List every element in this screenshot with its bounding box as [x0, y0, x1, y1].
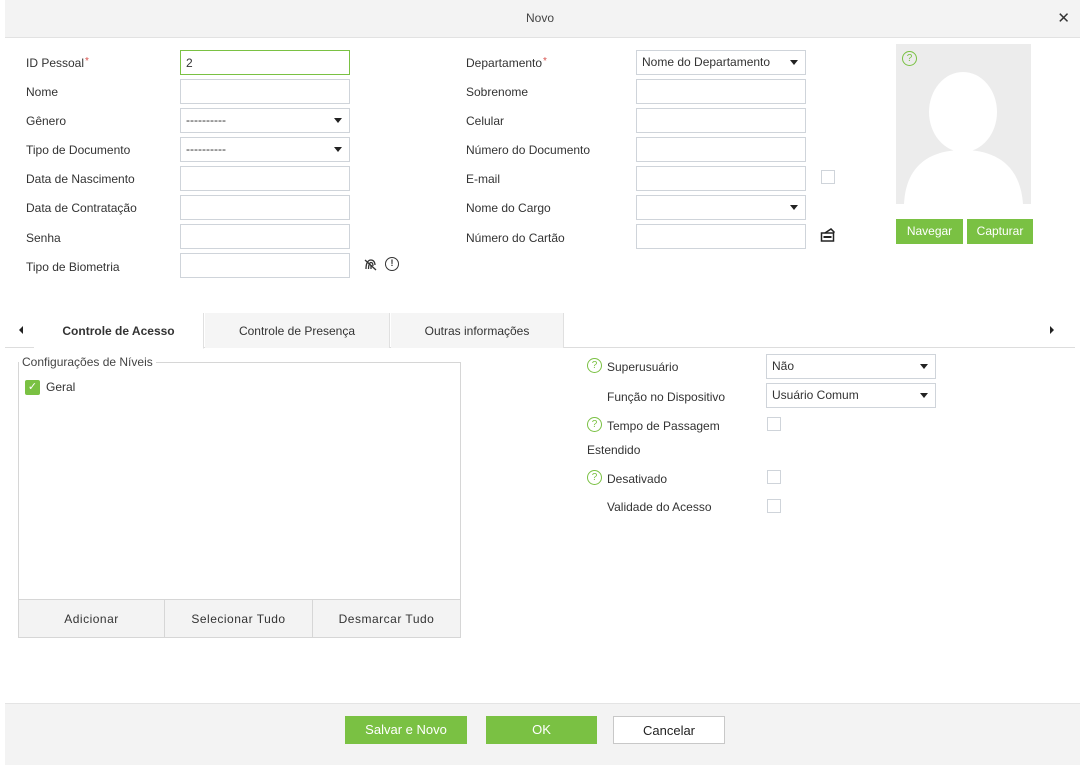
gender-select[interactable]: ---------- [180, 108, 350, 133]
close-icon[interactable]: ✕ [1057, 9, 1070, 27]
chevron-down-icon [790, 60, 798, 65]
gender-label: Gênero [26, 114, 67, 128]
help-circle-icon[interactable]: ? [587, 470, 602, 485]
biometric-type-label: Tipo de Biometria [26, 260, 120, 274]
help-circle-icon[interactable]: ? [902, 51, 917, 66]
chevron-down-icon [790, 205, 798, 210]
card-number-label: Número do Cartão [466, 231, 565, 245]
chevron-down-icon [920, 393, 928, 398]
level-settings-legend: Configurações de Níveis [19, 355, 156, 369]
tab-other-information[interactable]: Outras informações [391, 313, 564, 348]
add-level-button[interactable]: Adicionar [19, 599, 165, 637]
mobile-label: Celular [466, 114, 505, 128]
first-name-label: Nome [26, 85, 59, 99]
access-validity-label: Validade do Acesso [607, 500, 712, 514]
birth-date-input[interactable] [180, 166, 350, 191]
biometric-type-input[interactable] [180, 253, 350, 278]
email-input[interactable] [636, 166, 806, 191]
save-and-new-button[interactable]: Salvar e Novo [345, 716, 467, 744]
avatar-placeholder-icon [904, 72, 1023, 204]
superuser-select[interactable]: Não [766, 354, 936, 379]
device-role-select[interactable]: Usuário Comum [766, 383, 936, 408]
document-number-label: Número do Documento [466, 143, 591, 157]
personal-id-input[interactable] [180, 50, 350, 75]
extended-passage-label-line2: Estendido [587, 443, 641, 457]
document-type-select[interactable]: ---------- [180, 137, 350, 162]
password-input[interactable] [180, 224, 350, 249]
fingerprint-icon[interactable] [363, 257, 378, 272]
ok-button[interactable]: OK [486, 716, 597, 744]
disabled-checkbox[interactable] [767, 470, 781, 484]
personal-id-label: ID Pessoal* [26, 56, 89, 70]
dialog-title: Novo [525, 11, 554, 25]
password-label: Senha [26, 231, 61, 245]
superuser-label: Superusuário [607, 360, 679, 374]
job-title-select[interactable] [636, 195, 806, 220]
hire-date-label: Data de Contratação [26, 201, 137, 215]
department-select[interactable]: Nome do Departamento [636, 50, 806, 75]
deselect-all-button[interactable]: Desmarcar Tudo [313, 599, 460, 637]
last-name-label: Sobrenome [466, 85, 529, 99]
level-item-general: Geral [46, 380, 76, 394]
chevron-down-icon [920, 364, 928, 369]
browse-photo-button[interactable]: Navegar [896, 219, 963, 244]
gender-select-value: ---------- [186, 113, 226, 127]
document-number-input[interactable] [636, 137, 806, 162]
department-label: Departamento* [466, 56, 547, 70]
capture-photo-button[interactable]: Capturar [967, 219, 1033, 244]
extended-passage-label: Tempo de Passagem [607, 419, 720, 433]
help-circle-icon[interactable]: ? [587, 358, 602, 373]
mobile-input[interactable] [636, 108, 806, 133]
checkmark-icon[interactable]: ✓ [25, 380, 40, 395]
department-select-value: Nome do Departamento [642, 55, 771, 69]
extended-passage-checkbox[interactable] [767, 417, 781, 431]
document-type-select-value: ---------- [186, 142, 226, 156]
disabled-label: Desativado [607, 472, 668, 486]
tab-scroll-right-icon[interactable] [1050, 326, 1054, 334]
help-circle-icon[interactable]: ? [587, 417, 602, 432]
access-validity-checkbox[interactable] [767, 499, 781, 513]
tab-access-control[interactable]: Controle de Acesso [34, 313, 204, 349]
chevron-down-icon [334, 147, 342, 152]
first-name-input[interactable] [180, 79, 350, 104]
info-icon[interactable]: ! [385, 257, 399, 271]
last-name-input[interactable] [636, 79, 806, 104]
tab-scroll-left-icon[interactable] [19, 326, 23, 334]
device-role-label: Função no Dispositivo [607, 390, 726, 404]
level-settings-panel [18, 362, 461, 638]
superuser-select-value: Não [772, 359, 795, 373]
card-number-input[interactable] [636, 224, 806, 249]
select-all-button[interactable]: Selecionar Tudo [165, 599, 313, 637]
card-reader-icon[interactable] [820, 228, 836, 243]
email-label: E-mail [466, 172, 501, 186]
birth-date-label: Data de Nascimento [26, 172, 135, 186]
email-checkbox[interactable] [821, 170, 835, 184]
profile-photo [896, 44, 1031, 204]
tab-attendance-control[interactable]: Controle de Presença [205, 313, 390, 348]
cancel-button[interactable]: Cancelar [613, 716, 725, 744]
chevron-down-icon [334, 118, 342, 123]
job-title-label: Nome do Cargo [466, 201, 551, 215]
hire-date-input[interactable] [180, 195, 350, 220]
document-type-label: Tipo de Documento [26, 143, 131, 157]
device-role-select-value: Usuário Comum [772, 388, 859, 402]
